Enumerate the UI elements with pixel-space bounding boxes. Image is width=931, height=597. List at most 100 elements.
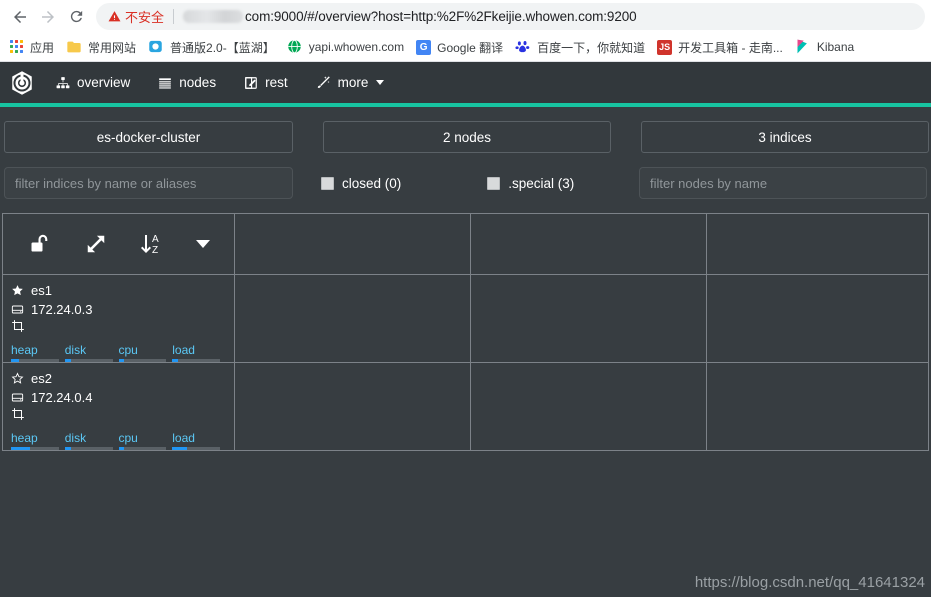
not-secure-warning-icon xyxy=(108,10,121,23)
sort-alpha-down-icon[interactable]: A Z xyxy=(123,214,178,274)
nav-item-overview[interactable]: overview xyxy=(42,62,144,103)
cluster-indices-box[interactable]: 3 indices xyxy=(641,121,929,153)
globe-icon xyxy=(287,39,303,55)
bookmark-kibana[interactable]: Kibana xyxy=(789,35,860,59)
stat-track xyxy=(118,359,167,362)
grid-header-cell xyxy=(235,214,471,274)
svg-text:Z: Z xyxy=(152,245,158,256)
stat-fill xyxy=(64,447,72,450)
special-checkbox[interactable] xyxy=(487,176,501,190)
app-content: es-docker-cluster 2 nodes 3 indices clos… xyxy=(0,107,931,451)
bookmark-label: Kibana xyxy=(816,40,855,54)
stat-fill xyxy=(118,447,125,450)
stat-track xyxy=(11,447,59,450)
bookmark-folder[interactable]: 常用网站 xyxy=(60,35,142,59)
nav-item-label: more xyxy=(337,75,369,90)
bookmark-label: 百度一下，你就知道 xyxy=(537,40,646,55)
bookmark-lanhu[interactable]: 普通版2.0-【蓝湖】 xyxy=(142,35,281,59)
stat-load: load xyxy=(172,343,226,362)
special-filter-group[interactable]: .special (3) xyxy=(487,176,574,191)
back-button[interactable] xyxy=(6,3,34,31)
nav-item-nodes[interactable]: nodes xyxy=(144,62,230,103)
node-name-row: es1 xyxy=(11,283,226,298)
cluster-nodes-box[interactable]: 2 nodes xyxy=(323,121,611,153)
nav-item-label: overview xyxy=(77,75,131,90)
stat-label: disk xyxy=(64,431,87,445)
chevron-down-icon[interactable] xyxy=(178,214,228,274)
nav-item-rest[interactable]: rest xyxy=(230,62,302,103)
cerebro-logo[interactable] xyxy=(2,62,42,103)
closed-checkbox[interactable] xyxy=(321,176,334,190)
reload-button[interactable] xyxy=(62,3,90,31)
filter-nodes-input[interactable] xyxy=(639,167,927,199)
cluster-nodes-label: 2 nodes xyxy=(442,129,492,145)
address-bar[interactable]: 不安全 com:9000/#/overview?host=http:%2F%2F… xyxy=(96,3,925,30)
bookmark-yapi[interactable]: yapi.whowen.com xyxy=(281,35,410,59)
closed-filter-group[interactable]: closed (0) xyxy=(321,176,401,191)
node-name-row: es2 xyxy=(11,371,226,386)
chevron-down-icon xyxy=(376,80,385,85)
svg-text:A: A xyxy=(152,234,159,245)
edit-square-icon xyxy=(244,76,258,90)
bookmark-label: 普通版2.0-【蓝湖】 xyxy=(170,40,275,55)
node-ip-label: 172.24.0.3 xyxy=(31,302,93,317)
cluster-summary-row: es-docker-cluster 2 nodes 3 indices xyxy=(2,107,929,153)
cluster-indices-label: 3 indices xyxy=(758,129,812,145)
grid-cell xyxy=(235,275,471,362)
bookmark-label: 常用网站 xyxy=(88,40,137,55)
bookmark-devtools[interactable]: JS 开发工具箱 - 走南... xyxy=(651,35,789,59)
star-filled-icon xyxy=(11,284,24,297)
grid-header-tools-cell: A Z xyxy=(2,214,235,274)
bookmark-baidu[interactable]: 百度一下，你就知道 xyxy=(509,35,651,59)
closed-label: closed (0) xyxy=(342,175,402,191)
bookmark-google-translate[interactable]: G Google 翻译 xyxy=(410,35,509,59)
node-cell[interactable]: es1 172.24.0.3 heap disk cpu load xyxy=(2,275,235,362)
node-ip-row: 172.24.0.4 xyxy=(11,390,226,405)
stat-label: load xyxy=(172,431,195,445)
cluster-name-label: es-docker-cluster xyxy=(96,129,201,145)
stat-load: load xyxy=(172,431,226,450)
node-ip-row: 172.24.0.3 xyxy=(11,302,226,317)
stat-track xyxy=(11,359,59,362)
bookmark-label: yapi.whowen.com xyxy=(308,40,405,54)
google-translate-icon: G xyxy=(416,39,432,55)
forward-button[interactable] xyxy=(34,3,62,31)
star-outline-icon xyxy=(11,372,24,385)
browser-chrome: 不安全 com:9000/#/overview?host=http:%2F%2F… xyxy=(0,0,931,62)
stat-label: heap xyxy=(11,431,38,445)
filter-row: closed (0) .special (3) xyxy=(2,153,929,199)
node-cell[interactable]: es2 172.24.0.4 heap disk cpu load xyxy=(2,363,235,450)
stat-fill xyxy=(11,447,31,450)
grid-cell xyxy=(707,363,929,450)
stat-track xyxy=(172,359,220,362)
stat-heap: heap xyxy=(11,431,65,450)
node-ip-label: 172.24.0.4 xyxy=(31,390,93,405)
stat-fill xyxy=(172,447,187,450)
baidu-icon xyxy=(515,39,531,55)
data-node-icon xyxy=(11,319,25,338)
forward-arrow-icon xyxy=(42,10,54,23)
unlock-icon[interactable] xyxy=(13,214,68,274)
node-roles-row xyxy=(11,407,226,426)
cluster-name-box[interactable]: es-docker-cluster xyxy=(4,121,293,153)
expand-arrows-icon[interactable] xyxy=(68,214,123,274)
node-roles-row xyxy=(11,319,226,338)
not-secure-label: 不安全 xyxy=(125,10,165,25)
bookmark-apps[interactable]: 应用 xyxy=(4,35,60,59)
grid-cell xyxy=(235,363,471,450)
data-node-icon xyxy=(11,407,25,426)
folder-icon xyxy=(66,39,82,55)
cluster-grid: A Z es1 172.24.0.3 heap disk cpu load es… xyxy=(2,213,929,451)
bookmark-label: 应用 xyxy=(30,40,55,55)
stat-disk: disk xyxy=(64,343,119,362)
cerebro-app: overview nodes rest more es-docker-clust… xyxy=(0,62,931,597)
watermark: https://blog.csdn.net/qq_41641324 xyxy=(694,574,925,591)
redacted-host xyxy=(183,10,244,23)
nav-item-more[interactable]: more xyxy=(302,62,399,103)
lanhu-icon xyxy=(148,39,164,55)
stat-label: load xyxy=(172,343,195,357)
reload-icon xyxy=(70,10,82,23)
node-stats: heap disk cpu load xyxy=(11,343,226,362)
filter-indices-input[interactable] xyxy=(4,167,293,199)
nav-item-label: nodes xyxy=(179,75,217,90)
